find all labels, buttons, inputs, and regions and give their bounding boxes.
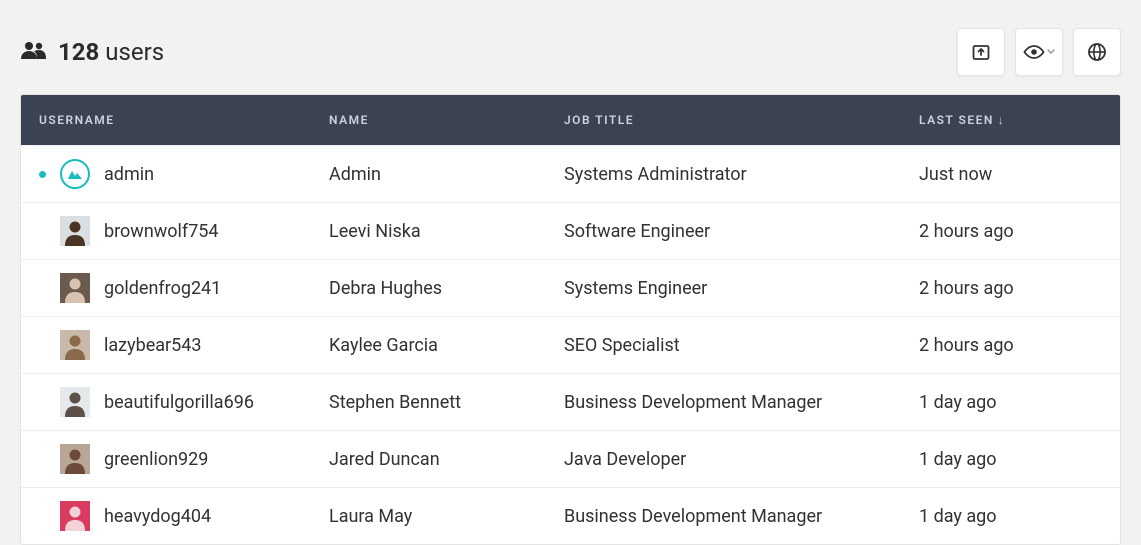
cell-username: lazybear543 bbox=[21, 317, 311, 374]
table-row[interactable]: goldenfrog241 Debra Hughes Systems Engin… bbox=[21, 260, 1120, 317]
cell-last-seen: 1 day ago bbox=[901, 488, 1120, 545]
avatar bbox=[60, 444, 90, 474]
avatar bbox=[60, 273, 90, 303]
username-text: goldenfrog241 bbox=[104, 278, 221, 299]
username-text: heavydog404 bbox=[104, 506, 211, 527]
table-row[interactable]: lazybear543 Kaylee Garcia SEO Specialist… bbox=[21, 317, 1120, 374]
column-header-username[interactable]: USERNAME bbox=[21, 95, 311, 146]
avatar bbox=[60, 387, 90, 417]
avatar bbox=[60, 216, 90, 246]
table-header: USERNAME NAME JOB TITLE LAST SEEN↓ bbox=[21, 95, 1120, 146]
table-row[interactable]: beautifulgorilla696 Stephen Bennett Busi… bbox=[21, 374, 1120, 431]
table-row[interactable]: heavydog404 Laura May Business Developme… bbox=[21, 488, 1120, 545]
table-row[interactable]: admin Admin Systems Administrator Just n… bbox=[21, 146, 1120, 203]
cell-name: Laura May bbox=[311, 488, 546, 545]
users-table: USERNAME NAME JOB TITLE LAST SEEN↓ admin bbox=[20, 94, 1121, 545]
cell-last-seen: Just now bbox=[901, 146, 1120, 203]
table-row[interactable]: brownwolf754 Leevi Niska Software Engine… bbox=[21, 203, 1120, 260]
visibility-dropdown-button[interactable] bbox=[1015, 28, 1063, 76]
cell-last-seen: 2 hours ago bbox=[901, 317, 1120, 374]
table-row[interactable]: greenlion929 Jared Duncan Java Developer… bbox=[21, 431, 1120, 488]
avatar bbox=[60, 330, 90, 360]
online-indicator bbox=[39, 171, 46, 178]
username-text: brownwolf754 bbox=[104, 221, 219, 242]
cell-username: greenlion929 bbox=[21, 431, 311, 488]
cell-username: brownwolf754 bbox=[21, 203, 311, 260]
username-text: beautifulgorilla696 bbox=[104, 392, 254, 413]
username-text: greenlion929 bbox=[104, 449, 208, 470]
page-header: 128 users bbox=[20, 28, 1121, 76]
cell-name: Jared Duncan bbox=[311, 431, 546, 488]
chevron-down-icon bbox=[1047, 49, 1055, 55]
export-icon bbox=[971, 42, 991, 62]
cell-name: Leevi Niska bbox=[311, 203, 546, 260]
header-actions bbox=[957, 28, 1121, 76]
eye-icon bbox=[1023, 45, 1045, 59]
cell-job: Software Engineer bbox=[546, 203, 901, 260]
cell-name: Debra Hughes bbox=[311, 260, 546, 317]
users-icon bbox=[20, 40, 48, 64]
cell-name: Stephen Bennett bbox=[311, 374, 546, 431]
cell-last-seen: 1 day ago bbox=[901, 431, 1120, 488]
cell-last-seen: 2 hours ago bbox=[901, 203, 1120, 260]
column-header-job[interactable]: JOB TITLE bbox=[546, 95, 901, 146]
cell-name: Admin bbox=[311, 146, 546, 203]
cell-job: SEO Specialist bbox=[546, 317, 901, 374]
globe-icon bbox=[1087, 42, 1107, 62]
export-button[interactable] bbox=[957, 28, 1005, 76]
cell-job: Systems Administrator bbox=[546, 146, 901, 203]
cell-username: goldenfrog241 bbox=[21, 260, 311, 317]
cell-last-seen: 2 hours ago bbox=[901, 260, 1120, 317]
column-header-last-seen[interactable]: LAST SEEN↓ bbox=[901, 95, 1120, 146]
cell-name: Kaylee Garcia bbox=[311, 317, 546, 374]
cell-username: admin bbox=[21, 146, 311, 203]
cell-username: beautifulgorilla696 bbox=[21, 374, 311, 431]
mountain-icon bbox=[67, 168, 83, 180]
cell-username: heavydog404 bbox=[21, 488, 311, 545]
avatar bbox=[60, 159, 90, 189]
username-text: admin bbox=[104, 164, 154, 185]
cell-job: Business Development Manager bbox=[546, 488, 901, 545]
column-header-name[interactable]: NAME bbox=[311, 95, 546, 146]
cell-job: Systems Engineer bbox=[546, 260, 901, 317]
avatar bbox=[60, 501, 90, 531]
sort-descending-icon: ↓ bbox=[998, 113, 1006, 127]
globe-button[interactable] bbox=[1073, 28, 1121, 76]
cell-job: Java Developer bbox=[546, 431, 901, 488]
page-title: 128 users bbox=[58, 38, 164, 66]
username-text: lazybear543 bbox=[104, 335, 202, 356]
cell-job: Business Development Manager bbox=[546, 374, 901, 431]
title-group: 128 users bbox=[20, 38, 164, 66]
cell-last-seen: 1 day ago bbox=[901, 374, 1120, 431]
